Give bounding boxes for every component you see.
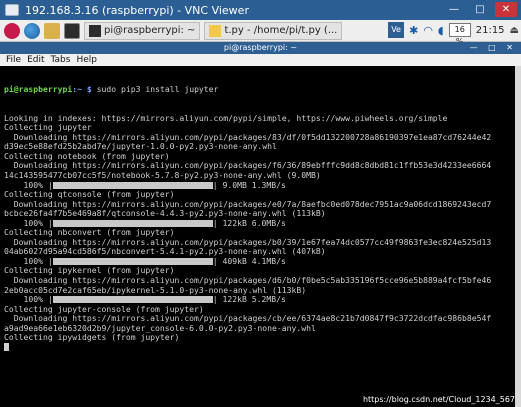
terminal-line: Downloading https://mirrors.aliyun.com/p… [4, 199, 492, 209]
terminal-icon [89, 24, 101, 37]
prompt-user: pi@raspberrypi [4, 85, 73, 95]
menu-help[interactable]: Help [76, 55, 97, 65]
taskbar-task-terminal[interactable]: pi@raspberrypi: ~ [84, 21, 201, 40]
wifi-icon[interactable]: ◠ [423, 24, 433, 37]
progress-percent: 100% | [4, 256, 53, 266]
cpu-monitor: 16 % [448, 23, 471, 46]
taskbar: pi@raspberrypi: ~ t.py - /home/pi/t.py (… [0, 20, 521, 46]
progress-bar [52, 181, 213, 189]
progress-percent: 100% | [4, 180, 53, 190]
bluetooth-icon[interactable]: ✱ [409, 24, 418, 37]
file-manager-icon[interactable] [44, 22, 60, 39]
terminal-line: Downloading https://mirrors.aliyun.com/p… [4, 132, 492, 142]
progress-line: 100% | | 122kB 6.0MB/s [4, 219, 513, 229]
taskbar-task-editor[interactable]: t.py - /home/pi/t.py (... [204, 21, 343, 40]
menu-file[interactable]: File [6, 55, 21, 65]
progress-line: 100% | | 409kB 4.1MB/s [4, 257, 513, 267]
progress-size: | 9.0MB 1.3MB/s [212, 180, 286, 190]
menu-tabs[interactable]: Tabs [51, 55, 71, 65]
terminal-line: bcbce26fa4f7b5e469a8f/qtconsole-4.4.3-py… [4, 209, 326, 219]
progress-bar [52, 219, 213, 227]
watermark: https://blog.csdn.net/Cloud_1234_567 [362, 395, 515, 404]
terminal-line: Collecting jupyter-console (from jupyter… [4, 304, 204, 314]
prompt-path: :~ $ [72, 85, 92, 95]
eject-icon[interactable]: ⏏ [510, 25, 519, 36]
terminal-line: Looking in indexes: https://mirrors.aliy… [4, 113, 448, 123]
progress-percent: 100% | [4, 295, 53, 305]
terminal-line: Collecting nbconvert (from jupyter) [4, 228, 175, 238]
browser-icon[interactable] [24, 22, 40, 39]
terminal-line: Downloading https://mirrors.aliyun.com/p… [4, 161, 492, 171]
terminal-line: 04ab6027d95a94cd586f5/nbconvert-5.4.1-py… [4, 247, 326, 257]
progress-line: 100% | | 9.0MB 1.3MB/s [4, 181, 513, 191]
vnc-tray-icon[interactable]: Ve [388, 22, 405, 38]
terminal-line: Collecting qtconsole (from jupyter) [4, 190, 175, 200]
python-file-icon [209, 24, 222, 37]
progress-size: | 409kB 4.1MB/s [212, 256, 286, 266]
terminal-scrollbar[interactable] [515, 66, 521, 407]
command-text: sudo pip3 install jupyter [91, 85, 219, 95]
system-tray: Ve ✱ ◠ ◖ 16 % 21:15 ⏏ [388, 22, 519, 46]
progress-line: 100% | | 122kB 5.2MB/s [4, 295, 513, 305]
vnc-app-icon [5, 4, 19, 16]
terminal-line: Downloading https://mirrors.aliyun.com/p… [4, 314, 492, 324]
terminal-line: Collecting notebook (from jupyter) [4, 151, 170, 161]
vnc-window-title: 192.168.3.16 (raspberrypi) - VNC Viewer [25, 3, 249, 17]
raspberry-menu-icon[interactable] [4, 22, 20, 39]
terminal-screen[interactable]: pi@raspberrypi:~ $ sudo pip3 install jup… [0, 66, 515, 407]
terminal-line: Downloading https://mirrors.aliyun.com/p… [4, 237, 492, 247]
progress-size: | 122kB 6.0MB/s [212, 218, 286, 228]
vnc-title-bar: 192.168.3.16 (raspberrypi) - VNC Viewer … [0, 0, 521, 20]
terminal-line: Downloading https://mirrors.aliyun.com/p… [4, 276, 492, 286]
prompt-line: pi@raspberrypi:~ $ sudo pip3 install jup… [4, 85, 513, 95]
terminal-cursor [4, 342, 9, 351]
terminal-title-bar: pi@raspberrypi: ~ — □ ✕ [0, 42, 521, 54]
terminal-line: Collecting ipywidgets (from jupyter) [4, 333, 180, 343]
menu-edit[interactable]: Edit [27, 55, 44, 65]
terminal-menubar: File Edit Tabs Help [0, 54, 521, 66]
minimize-button[interactable]: — [443, 2, 465, 17]
progress-size: | 122kB 5.2MB/s [212, 295, 286, 305]
clock[interactable]: 21:15 [476, 25, 505, 36]
terminal-line: 14c143595477cb07cc5f5/notebook-5.7.8-py2… [4, 171, 321, 181]
terminal-line: Collecting jupyter [4, 123, 92, 133]
cursor-line [4, 342, 513, 353]
terminal-output: pi@raspberrypi:~ $ sudo pip3 install jup… [4, 66, 513, 352]
terminal-line: 2eb0acc05cd7e2caf65eb/ipykernel-5.1.0-py… [4, 285, 307, 295]
terminal-window-title: pi@raspberrypi: ~ [223, 43, 298, 52]
terminal-launcher-icon[interactable] [64, 22, 80, 39]
terminal-line: a9ad9ea66e1eb6320d2b9/jupyter_console-6.… [4, 323, 316, 333]
maximize-button[interactable]: □ [469, 2, 491, 17]
volume-icon[interactable]: ◖ [438, 24, 444, 37]
progress-bar [52, 257, 213, 265]
progress-bar [52, 296, 213, 304]
terminal-line: Collecting ipykernel (from jupyter) [4, 266, 175, 276]
progress-percent: 100% | [4, 218, 53, 228]
terminal-line: d39ec5e88efd25b2abd7e/jupyter-1.0.0-py2.… [4, 142, 277, 152]
terminal-window-controls[interactable]: — □ ✕ [470, 42, 517, 54]
close-button[interactable]: ✕ [495, 2, 517, 17]
